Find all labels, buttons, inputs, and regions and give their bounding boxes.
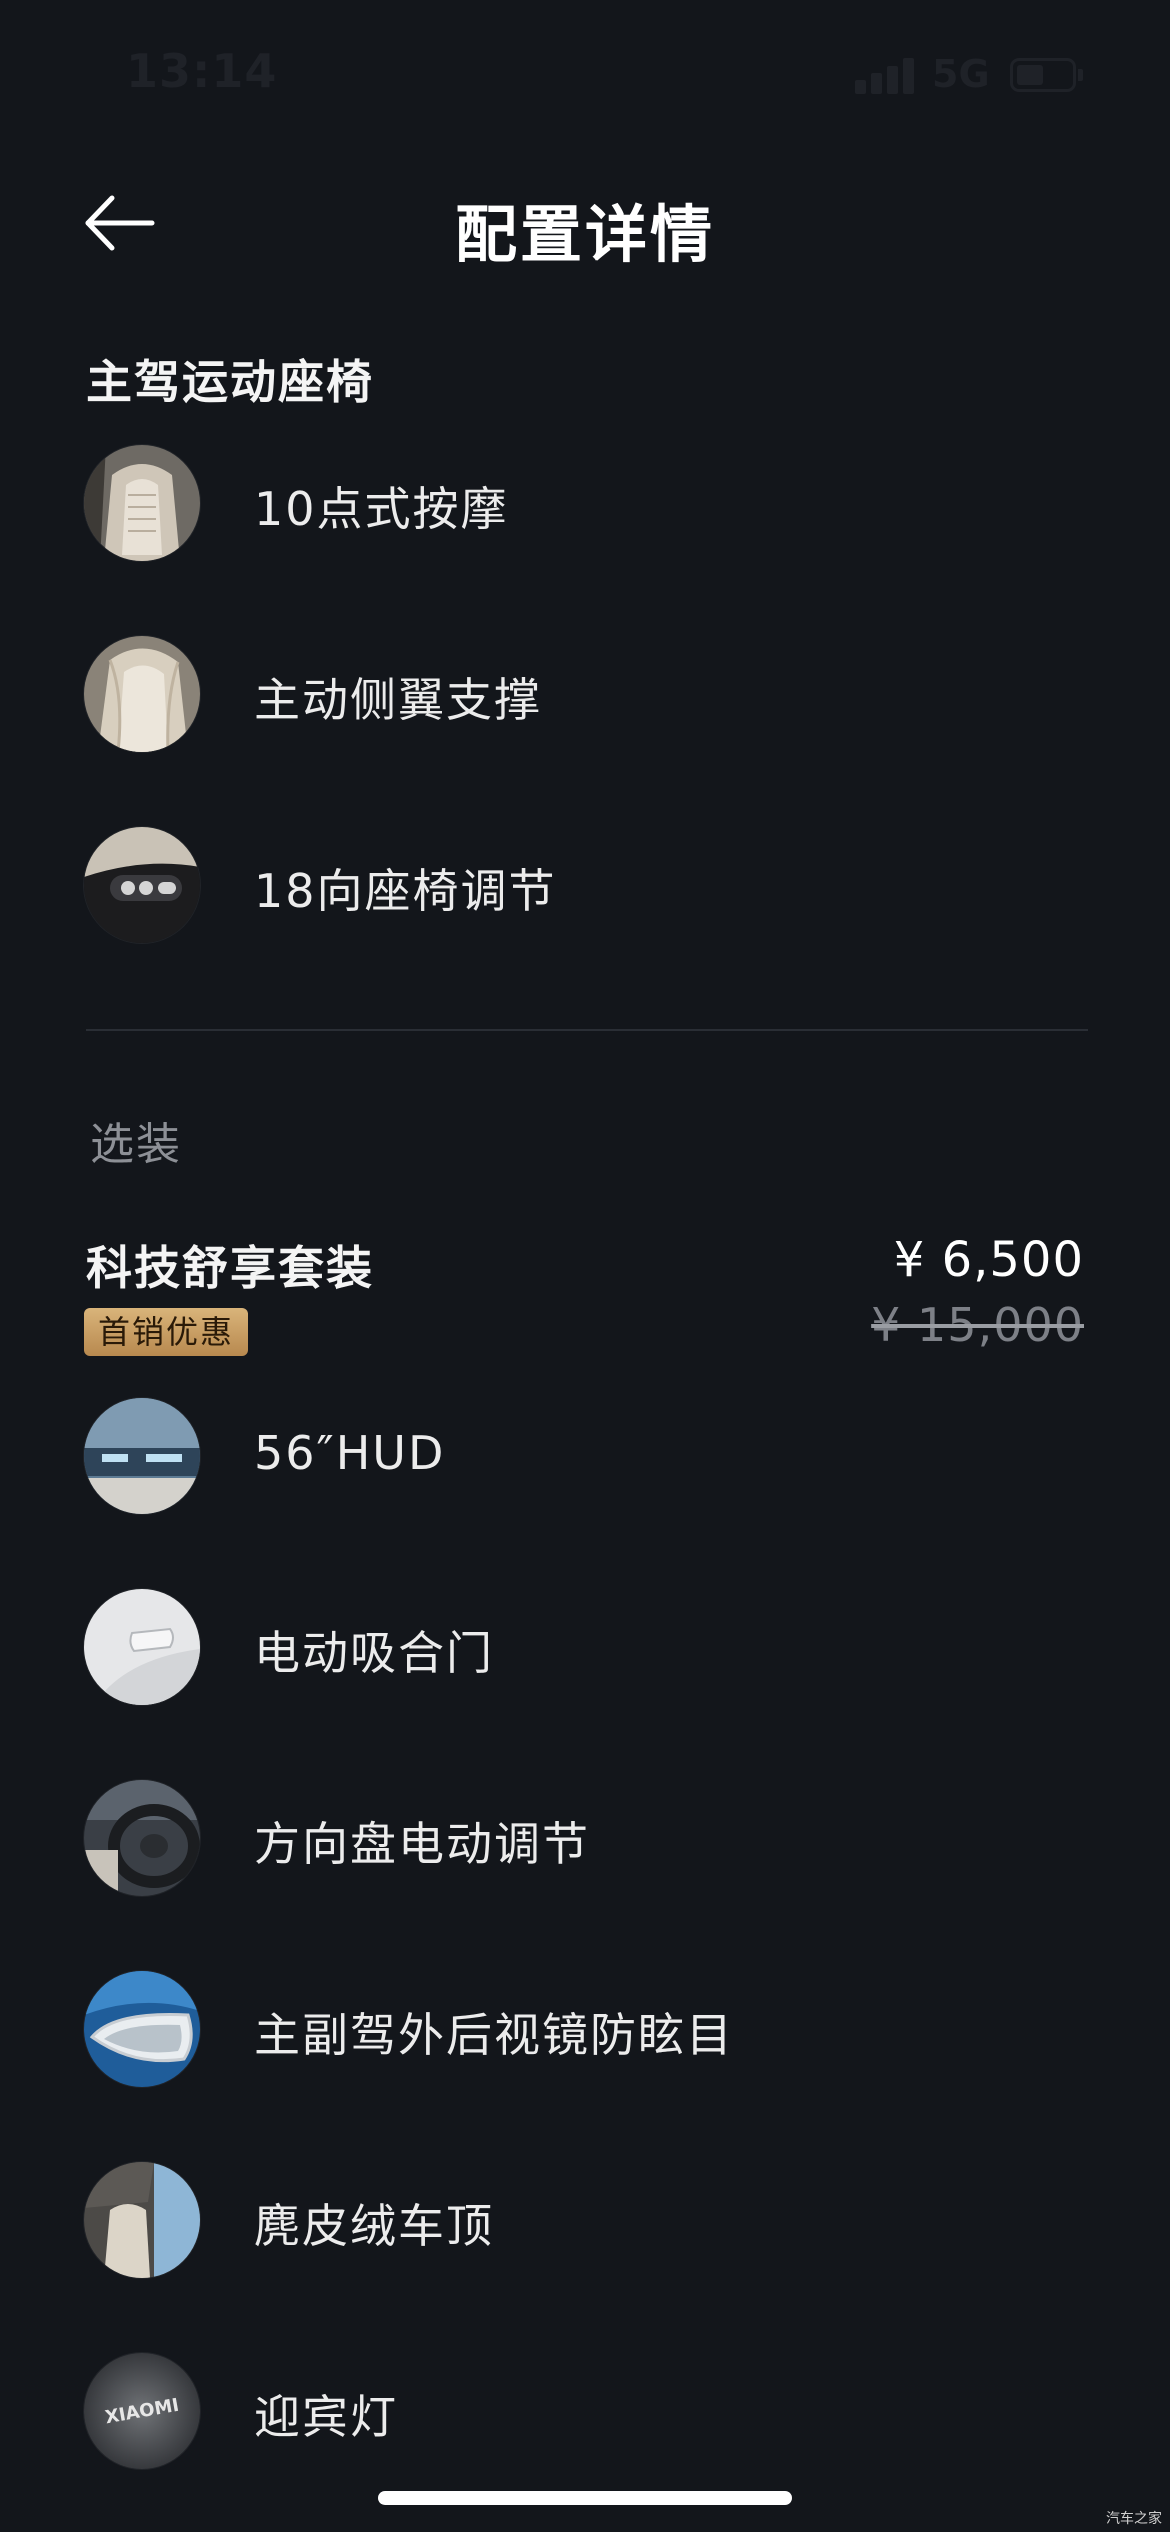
welcome-light-thumbnail: XIAOMI: [84, 2353, 200, 2469]
feature-item-massage: 10点式按摩: [84, 445, 1084, 565]
door-handle-thumbnail: [84, 1589, 200, 1705]
status-time: 13:14: [126, 44, 278, 98]
feature-label: 麂皮绒车顶: [254, 2199, 494, 2253]
feature-item-auto-dim-mirrors: 主副驾外后视镜防眩目: [84, 1971, 1084, 2091]
feature-label: 10点式按摩: [254, 482, 509, 536]
seat-controls-thumbnail: [84, 827, 200, 943]
feature-label: 主副驾外后视镜防眩目: [254, 2008, 734, 2062]
promo-badge: 首销优惠: [84, 1308, 249, 1356]
nav-header: 配置详情: [0, 160, 1170, 290]
section-divider: [86, 1029, 1088, 1031]
feature-item-welcome-light: XIAOMI 迎宾灯: [84, 2353, 1084, 2473]
feature-label: 主动侧翼支撑: [254, 673, 542, 727]
side-mirror-thumbnail: [84, 1971, 200, 2087]
feature-label: 方向盘电动调节: [254, 1817, 590, 1871]
feature-item-suede-headliner: 麂皮绒车顶: [84, 2162, 1084, 2282]
signal-icon: [855, 58, 915, 94]
feature-label: 迎宾灯: [254, 2390, 398, 2444]
battery-icon: [1010, 58, 1084, 94]
hud-thumbnail: [84, 1398, 200, 1514]
seat-bolster-thumbnail: [84, 636, 200, 752]
feature-item-soft-close-door: 电动吸合门: [84, 1589, 1084, 1709]
status-bar: 13:14 5G: [0, 0, 1170, 150]
watermark: 汽车之家: [1106, 2511, 1162, 2527]
feature-item-hud: 56″HUD: [84, 1398, 1084, 1518]
feature-item-steering-adjust: 方向盘电动调节: [84, 1780, 1084, 1900]
suede-headliner-thumbnail: [84, 2162, 200, 2278]
package-price: ¥ 6,500: [893, 1232, 1084, 1288]
network-type: 5G: [932, 52, 990, 96]
package-original-price: ¥ 15,000: [871, 1298, 1084, 1352]
seat-massage-thumbnail: [84, 445, 200, 561]
feature-item-seat-adjust: 18向座椅调节: [84, 827, 1084, 947]
feature-label: 电动吸合门: [254, 1626, 494, 1680]
feature-label: 18向座椅调节: [254, 864, 557, 918]
page-title: 配置详情: [454, 198, 715, 271]
steering-wheel-thumbnail: [84, 1780, 200, 1896]
options-section-title: 选装: [90, 1119, 182, 1170]
feature-item-bolster: 主动侧翼支撑: [84, 636, 1084, 756]
package-name: 科技舒享套装: [86, 1241, 374, 1295]
feature-label: 56″HUD: [254, 1426, 446, 1480]
seat-section-title: 主驾运动座椅: [86, 355, 374, 409]
home-indicator[interactable]: [378, 2491, 792, 2505]
